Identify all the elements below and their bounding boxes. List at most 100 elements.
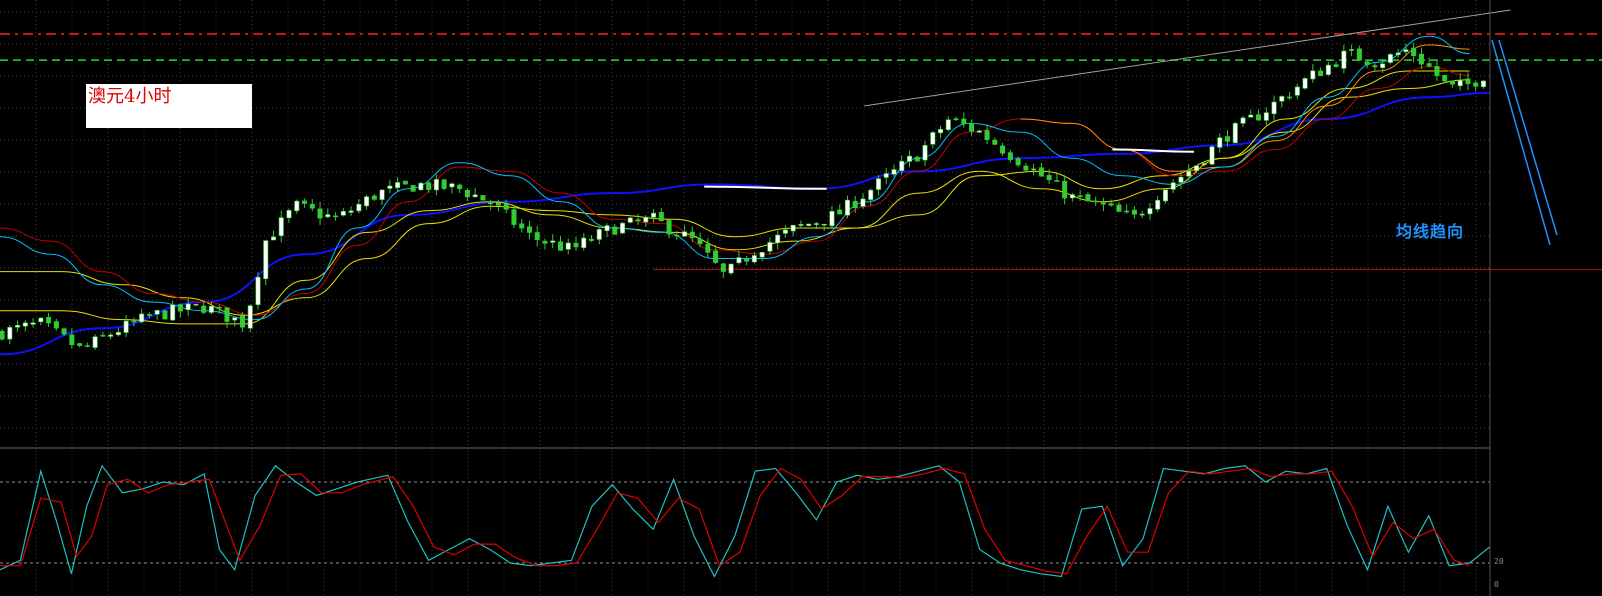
- candle-bull: [596, 229, 602, 240]
- candle-bear: [720, 263, 726, 272]
- candle-bear: [697, 238, 703, 245]
- candle-bull: [108, 334, 114, 337]
- candle-bear: [1364, 61, 1370, 65]
- candle-bear: [503, 203, 509, 210]
- candle-bull: [472, 194, 478, 198]
- candle-bull: [875, 178, 881, 190]
- candle-bull: [651, 212, 657, 218]
- candle-bear: [852, 200, 858, 208]
- candle-bull: [736, 257, 742, 264]
- candle-bull: [170, 304, 176, 321]
- osc-level-20-label: 20: [1494, 557, 1504, 566]
- candle-bull: [271, 236, 277, 241]
- candle-bear: [1023, 165, 1029, 171]
- candle-bull: [945, 119, 951, 131]
- candle-bull: [123, 320, 129, 333]
- candle-bull: [627, 217, 633, 223]
- candle-bull: [1341, 50, 1347, 69]
- candle-bull: [821, 223, 827, 226]
- candle-bear: [146, 314, 152, 316]
- candle-bull: [1279, 96, 1285, 102]
- candle-bull: [232, 317, 238, 321]
- candle-bull: [1201, 163, 1207, 165]
- candle-bear: [705, 243, 711, 253]
- candle-bear: [1418, 53, 1424, 65]
- candle-bear: [526, 226, 532, 233]
- candle-bull: [1387, 54, 1393, 63]
- candle-bear: [239, 315, 245, 328]
- candle-bull: [7, 327, 13, 340]
- candle-bull: [1232, 123, 1238, 144]
- candle-bull: [1193, 165, 1199, 172]
- candle-bull: [263, 240, 269, 280]
- candle-bull: [364, 196, 370, 207]
- candle-bull: [798, 224, 804, 226]
- candle-bull: [938, 129, 944, 134]
- candle-bull: [1162, 189, 1168, 202]
- candle-bear: [1131, 209, 1137, 215]
- candle-bear: [534, 232, 540, 240]
- candle-bull: [860, 198, 866, 207]
- chart-title-box: 澳元4小时: [86, 84, 252, 128]
- candle-bull: [1403, 49, 1409, 52]
- candle-bear: [914, 156, 920, 162]
- candle-bear: [488, 201, 494, 205]
- candle-bear: [1372, 65, 1378, 68]
- candle-bear: [371, 195, 377, 200]
- candle-bear: [1473, 82, 1479, 87]
- candle-bull: [775, 234, 781, 244]
- candle-bull: [829, 211, 835, 227]
- candle-bull: [38, 317, 44, 323]
- candle-bear: [713, 250, 719, 263]
- candle-bear: [1116, 204, 1122, 212]
- candle-bear: [1287, 96, 1293, 99]
- candle-bear: [1124, 210, 1130, 213]
- candle-bear: [837, 209, 843, 215]
- candle-bear: [992, 139, 998, 145]
- candle-bull: [1139, 213, 1145, 216]
- candle-bear: [53, 321, 59, 329]
- candle-bull: [759, 252, 765, 258]
- candle-bull: [92, 336, 98, 348]
- candle-bull: [286, 210, 292, 219]
- candle-bull: [604, 225, 610, 232]
- candle-bear: [953, 118, 959, 121]
- candle-bear: [302, 200, 308, 204]
- candle-bear: [61, 328, 67, 335]
- candle-bull: [30, 322, 36, 325]
- candle-bear: [162, 310, 168, 320]
- candle-bull: [907, 155, 913, 162]
- candle-bear: [1225, 136, 1231, 142]
- candle-bear: [1085, 194, 1091, 202]
- candle-bear: [77, 343, 83, 346]
- candle-bull: [1395, 52, 1401, 56]
- candle-bull: [922, 145, 928, 161]
- candle-bear: [495, 202, 501, 206]
- candle-bear: [84, 345, 90, 347]
- candle-bull: [340, 211, 346, 216]
- candle-bear: [1426, 63, 1432, 67]
- candle-bear: [317, 208, 323, 219]
- candle-bear: [464, 189, 470, 198]
- candle-bear: [1007, 152, 1013, 160]
- candle-bull: [1480, 80, 1486, 88]
- candle-bull: [154, 310, 160, 315]
- candle-bear: [1333, 64, 1339, 68]
- candle-bear: [511, 209, 517, 225]
- candle-bear: [441, 179, 447, 189]
- candle-bear: [1356, 48, 1362, 61]
- candle-bear: [519, 223, 525, 229]
- candle-bull: [115, 332, 121, 336]
- candle-bull: [185, 303, 191, 311]
- candle-bull: [193, 303, 199, 306]
- candle-bear: [1100, 202, 1106, 205]
- candle-bear: [69, 334, 75, 346]
- candle-bull: [682, 231, 688, 237]
- candle-bull: [806, 223, 812, 227]
- candle-bull: [449, 183, 455, 188]
- candle-bull: [1380, 63, 1386, 69]
- candle-bear: [674, 234, 680, 237]
- candle-bull: [395, 182, 401, 188]
- candle-bear: [224, 307, 230, 322]
- candle-bull: [379, 189, 385, 200]
